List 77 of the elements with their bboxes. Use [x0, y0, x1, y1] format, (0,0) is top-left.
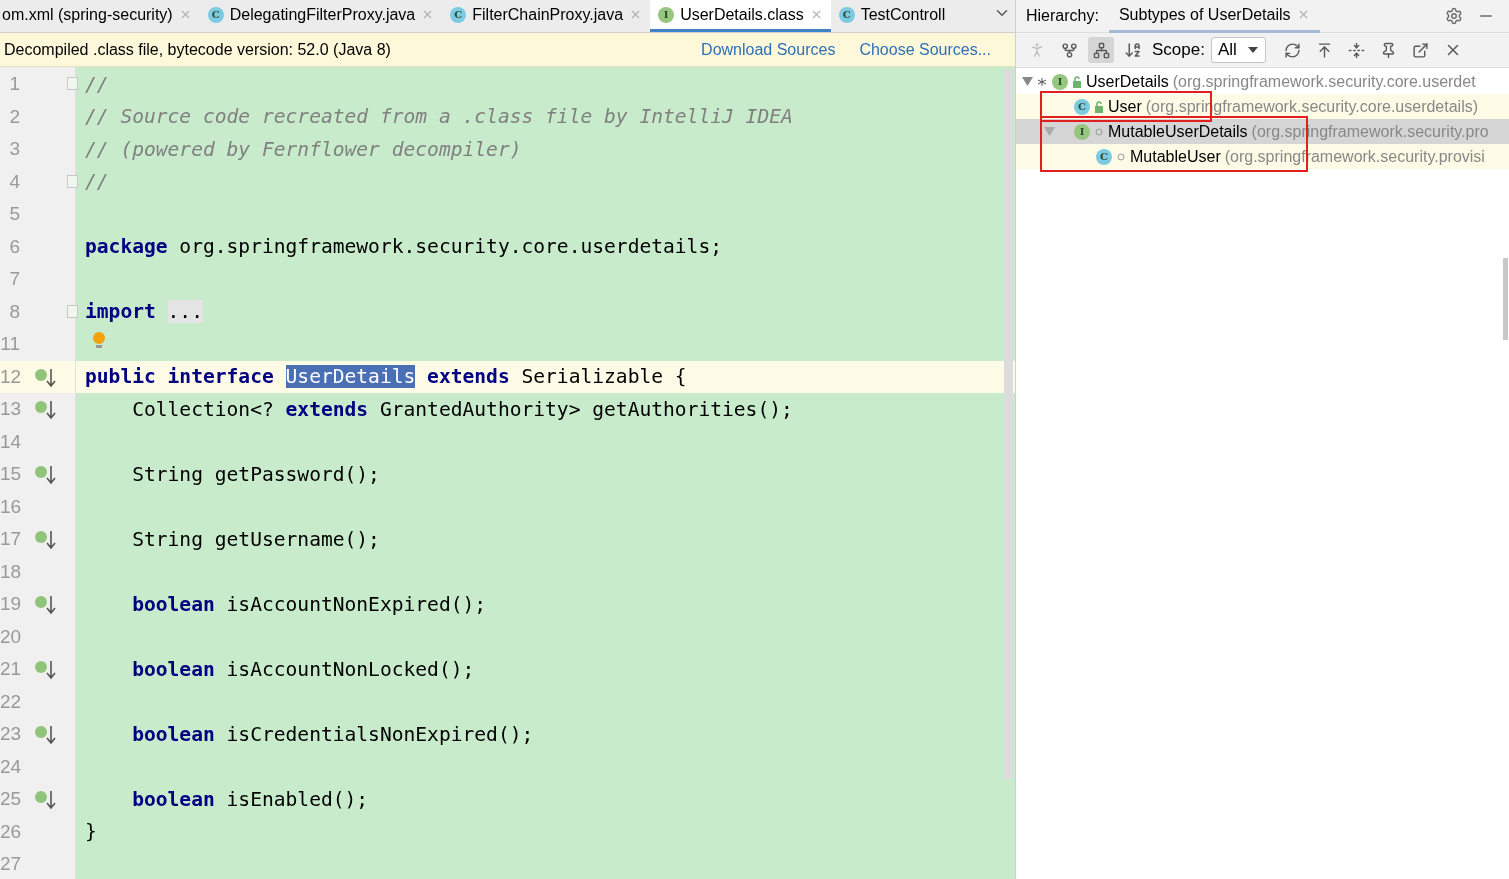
- type-icon: I: [1074, 123, 1090, 140]
- expand-arrow-icon[interactable]: [1022, 77, 1034, 86]
- code-line: // Source code recreated from a .class file by IntelliJ IDEA: [85, 105, 793, 129]
- line-number: 12: [0, 365, 20, 388]
- file-type-icon: C: [450, 6, 467, 23]
- line-number: 19: [0, 593, 20, 616]
- line-number: 24: [0, 755, 20, 778]
- code-line: package org.springframework.security.core.userdetails;: [85, 235, 722, 259]
- code-line: boolean isCredentialsNonExpired();: [131, 722, 534, 746]
- line-number: 3: [8, 138, 20, 161]
- implemented-icon[interactable]: [34, 789, 56, 811]
- code-line: boolean isAccountNonExpired();: [131, 592, 487, 616]
- code-line: }: [85, 820, 97, 844]
- notice-link[interactable]: Download Sources: [701, 40, 836, 59]
- notice-text: Decompiled .class file, bytecode version: 52.0 (Java 8): [4, 40, 392, 59]
- line-number: 14: [0, 430, 20, 453]
- line-number: 2: [8, 105, 20, 128]
- line-number: 21: [0, 658, 20, 681]
- line-number: 17: [0, 528, 20, 551]
- scope-label: Scope:: [1152, 40, 1205, 60]
- code-line: String getPassword();: [131, 462, 380, 486]
- line-number: 25: [0, 788, 20, 811]
- implemented-icon[interactable]: [34, 529, 56, 551]
- scrollbar[interactable]: [1004, 69, 1013, 779]
- scope-dropdown[interactable]: All: [1210, 37, 1266, 63]
- fold-marker[interactable]: [67, 174, 78, 188]
- implemented-icon[interactable]: [34, 464, 56, 486]
- type-name[interactable]: MutableUser: [1130, 147, 1221, 166]
- implemented-icon[interactable]: [34, 724, 56, 746]
- type-icon: C: [1074, 98, 1090, 115]
- line-number: 7: [8, 268, 20, 291]
- fold-marker[interactable]: [67, 304, 78, 318]
- code-line: // (powered by Fernflower decompiler): [85, 137, 522, 161]
- panel-label: Hierarchy:: [1025, 7, 1100, 25]
- line-number: 15: [0, 463, 20, 486]
- code-line: public interface UserDetails extends Serializable {: [85, 365, 687, 389]
- caret-icon: [1246, 46, 1259, 54]
- line-number: 20: [0, 625, 20, 648]
- code-line: //: [85, 170, 109, 194]
- code-line: //: [85, 72, 109, 96]
- code-line: boolean isAccountNonLocked();: [131, 657, 475, 681]
- notice-link[interactable]: Choose Sources...: [859, 40, 991, 59]
- implemented-icon[interactable]: [34, 659, 56, 681]
- line-number: 27: [0, 853, 20, 876]
- line-number: 22: [0, 690, 20, 713]
- type-name[interactable]: MutableUserDetails: [1108, 122, 1248, 141]
- type-icon: I: [1052, 73, 1068, 90]
- implemented-icon[interactable]: [34, 594, 56, 616]
- fold-marker[interactable]: [67, 77, 78, 90]
- code-line: String getUsername();: [131, 527, 380, 551]
- code-line: boolean isEnabled();: [131, 787, 369, 811]
- code-line: Collection<? extends GrantedAuthority> getAuthorities();: [131, 397, 793, 421]
- line-number: 23: [0, 723, 20, 746]
- settings-icon[interactable]: [1445, 7, 1463, 25]
- hierarchy-icon[interactable]: [1088, 37, 1114, 63]
- line-number: 18: [0, 560, 20, 583]
- line-number: 8: [8, 300, 20, 323]
- line-number: 26: [0, 820, 20, 843]
- line-number: 1: [8, 73, 20, 96]
- type-name[interactable]: User: [1108, 97, 1142, 116]
- implemented-icon[interactable]: [34, 366, 56, 389]
- scrollbar[interactable]: [1503, 258, 1508, 340]
- file-type-icon: I: [658, 6, 675, 23]
- implemented-icon[interactable]: [34, 399, 56, 421]
- line-number: 6: [8, 235, 20, 258]
- type-name[interactable]: UserDetails: [1086, 72, 1169, 91]
- line-number: 4: [8, 170, 20, 193]
- line-number: 16: [0, 495, 20, 518]
- line-number: 13: [0, 398, 20, 421]
- package-name: (org.springframework.security.core.userdet: [1172, 72, 1476, 91]
- file-type-icon: C: [838, 6, 855, 23]
- file-type-icon: C: [207, 6, 224, 23]
- type-icon: C: [1096, 148, 1112, 165]
- code-line: import ...: [85, 300, 203, 324]
- editor-tab[interactable]: I UserDetails.class: [650, 0, 831, 32]
- line-number: 5: [8, 203, 20, 226]
- line-number: 11: [0, 333, 20, 356]
